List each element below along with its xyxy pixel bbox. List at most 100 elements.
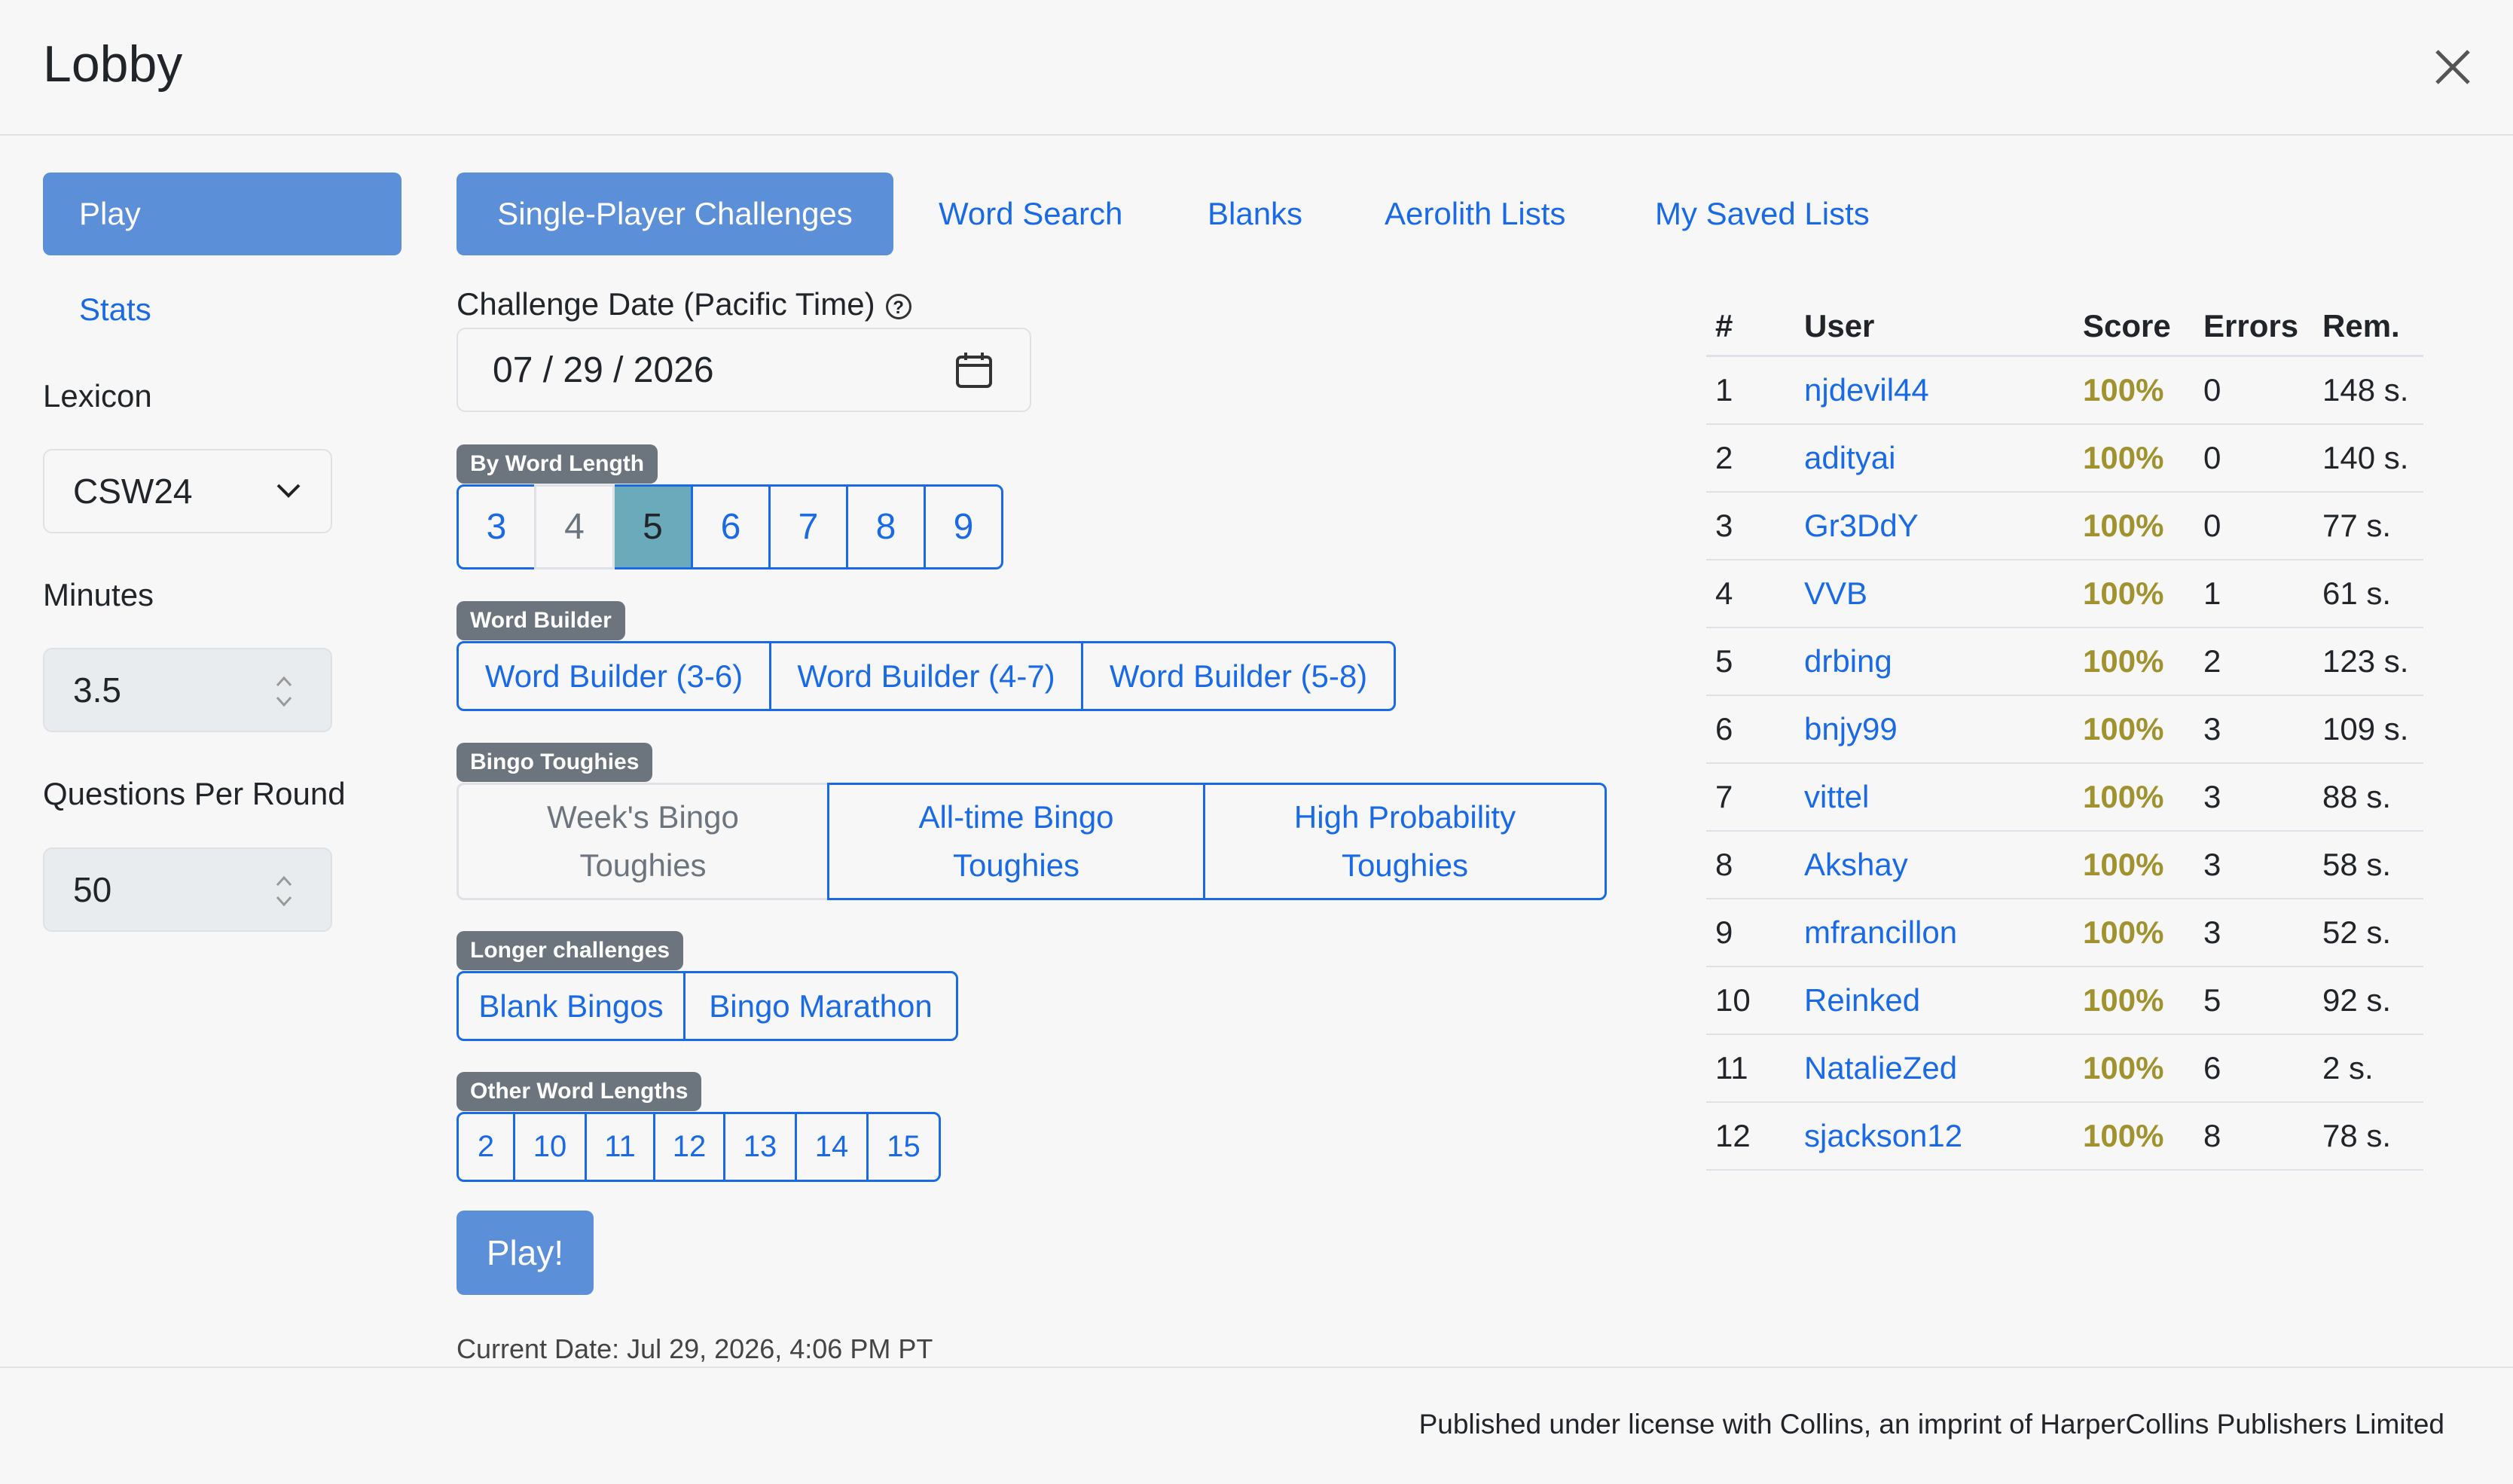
errors-cell: 0: [2203, 356, 2322, 425]
table-row: 1 njdevil44 100% 0 148 s.: [1706, 356, 2423, 425]
errors-cell: 3: [2203, 695, 2322, 764]
remaining-cell: 148 s.: [2322, 356, 2423, 425]
play-nav-pill[interactable]: Play: [43, 173, 402, 255]
header-rank: #: [1706, 298, 1804, 357]
user-link[interactable]: bnjy99: [1804, 695, 2083, 764]
minutes-input[interactable]: 3.5: [43, 648, 332, 732]
table-row: 2 adityai 100% 0 140 s.: [1706, 424, 2423, 493]
length-3-button[interactable]: 3: [456, 484, 536, 569]
leaderboard-body: 1 njdevil44 100% 0 148 s. 2 adityai 100% 0 140 s.…: [1706, 356, 2423, 1171]
rank-cell: 11: [1706, 1034, 1804, 1103]
word-builder-4-7-button[interactable]: Word Builder (4-7): [769, 641, 1083, 711]
spinner-arrows-icon[interactable]: [273, 672, 295, 711]
length-2-button[interactable]: 2: [456, 1112, 515, 1182]
length-7-button[interactable]: 7: [768, 484, 848, 569]
tab-word-search[interactable]: Word Search: [939, 173, 1122, 255]
tab-my-saved-lists[interactable]: My Saved Lists: [1655, 173, 1870, 255]
tab-blanks[interactable]: Blanks: [1208, 173, 1302, 255]
all-time-bingo-toughies-line2: Toughies: [952, 847, 1080, 883]
score-cell: 100%: [2083, 695, 2203, 764]
license-notice: Published under license with Collins, an…: [1418, 1409, 2444, 1440]
user-link[interactable]: Gr3DdY: [1804, 492, 2083, 560]
chevron-down-icon: [276, 484, 301, 498]
length-12-button[interactable]: 12: [653, 1112, 725, 1182]
all-time-bingo-toughies-button[interactable]: All-time Bingo Toughies: [827, 783, 1205, 900]
score-cell: 100%: [2083, 899, 2203, 967]
play-challenge-button[interactable]: Play!: [456, 1211, 594, 1295]
length-14-button[interactable]: 14: [795, 1112, 869, 1182]
by-word-length-badge: By Word Length: [456, 444, 658, 484]
blank-bingos-button[interactable]: Blank Bingos: [456, 971, 686, 1041]
length-13-button[interactable]: 13: [723, 1112, 797, 1182]
challenge-date-value: 07 / 29 / 2026: [493, 350, 714, 390]
high-probability-toughies-button[interactable]: High Probability Toughies: [1203, 783, 1607, 900]
user-link[interactable]: vittel: [1804, 763, 2083, 832]
help-icon[interactable]: ?: [885, 293, 911, 319]
user-link[interactable]: drbing: [1804, 627, 2083, 696]
length-5-button[interactable]: 5: [612, 484, 693, 569]
bingo-marathon-button[interactable]: Bingo Marathon: [683, 971, 958, 1041]
length-15-button[interactable]: 15: [866, 1112, 941, 1182]
word-builder-5-8-button[interactable]: Word Builder (5-8): [1081, 641, 1396, 711]
length-10-button[interactable]: 10: [513, 1112, 587, 1182]
user-link[interactable]: adityai: [1804, 424, 2083, 493]
table-row: 9 mfrancillon 100% 3 52 s.: [1706, 899, 2423, 967]
challenge-date-input[interactable]: 07 / 29 / 2026: [456, 328, 1031, 412]
user-link[interactable]: VVB: [1804, 560, 2083, 628]
modal-header: Lobby: [0, 0, 2513, 136]
score-cell: 100%: [2083, 424, 2203, 493]
errors-cell: 0: [2203, 492, 2322, 560]
questions-per-round-input[interactable]: 50: [43, 847, 332, 932]
remaining-cell: 52 s.: [2322, 899, 2423, 967]
leaderboard-table: # User Score Errors Rem. 1 njdevil44 100% 0…: [1706, 298, 2423, 1171]
score-cell: 100%: [2083, 356, 2203, 425]
longer-challenges-badge: Longer challenges: [456, 931, 684, 970]
weeks-bingo-toughies-line2: Toughies: [579, 847, 707, 883]
errors-cell: 3: [2203, 899, 2322, 967]
table-row: 4 VVB 100% 1 61 s.: [1706, 560, 2423, 628]
user-link[interactable]: Akshay: [1804, 831, 2083, 899]
header-remaining: Rem.: [2322, 298, 2423, 357]
all-time-bingo-toughies-line1: All-time Bingo: [918, 799, 1114, 835]
word-builder-group: Word Builder (3-6) Word Builder (4-7) Wo…: [456, 641, 1396, 711]
spinner-arrows-icon[interactable]: [273, 872, 295, 911]
length-11-button[interactable]: 11: [585, 1112, 655, 1182]
remaining-cell: 58 s.: [2322, 831, 2423, 899]
questions-per-round-label: Questions Per Round: [43, 776, 346, 811]
length-9-button[interactable]: 9: [924, 484, 1003, 569]
table-row: 5 drbing 100% 2 123 s.: [1706, 627, 2423, 696]
errors-cell: 0: [2203, 424, 2322, 493]
calendar-icon[interactable]: [954, 350, 994, 389]
user-link[interactable]: sjackson12: [1804, 1102, 2083, 1171]
tab-single-player-challenges[interactable]: Single-Player Challenges: [456, 173, 893, 255]
user-link[interactable]: NatalieZed: [1804, 1034, 2083, 1103]
lexicon-select[interactable]: CSW24: [43, 449, 332, 533]
rank-cell: 12: [1706, 1102, 1804, 1171]
minutes-label: Minutes: [43, 577, 154, 612]
length-6-button[interactable]: 6: [691, 484, 771, 569]
score-cell: 100%: [2083, 627, 2203, 696]
user-link[interactable]: mfrancillon: [1804, 899, 2083, 967]
errors-cell: 3: [2203, 831, 2322, 899]
close-icon[interactable]: [2429, 44, 2476, 90]
high-probability-toughies-line2: Toughies: [1341, 847, 1469, 883]
user-link[interactable]: njdevil44: [1804, 356, 2083, 425]
by-word-length-group: 3 4 5 6 7 8 9: [456, 484, 1003, 569]
remaining-cell: 140 s.: [2322, 424, 2423, 493]
stats-nav-link[interactable]: Stats: [79, 292, 151, 328]
table-row: 12 sjackson12 100% 8 78 s.: [1706, 1102, 2423, 1171]
lexicon-value: CSW24: [73, 472, 193, 511]
remaining-cell: 92 s.: [2322, 966, 2423, 1035]
length-8-button[interactable]: 8: [846, 484, 926, 569]
tab-aerolith-lists[interactable]: Aerolith Lists: [1385, 173, 1565, 255]
header-score: Score: [2083, 298, 2203, 357]
remaining-cell: 2 s.: [2322, 1034, 2423, 1103]
rank-cell: 5: [1706, 627, 1804, 696]
table-row: 7 vittel 100% 3 88 s.: [1706, 763, 2423, 832]
errors-cell: 5: [2203, 966, 2322, 1035]
errors-cell: 2: [2203, 627, 2322, 696]
word-builder-3-6-button[interactable]: Word Builder (3-6): [456, 641, 771, 711]
rank-cell: 1: [1706, 356, 1804, 425]
user-link[interactable]: Reinked: [1804, 966, 2083, 1035]
bingo-toughies-badge: Bingo Toughies: [456, 743, 653, 782]
